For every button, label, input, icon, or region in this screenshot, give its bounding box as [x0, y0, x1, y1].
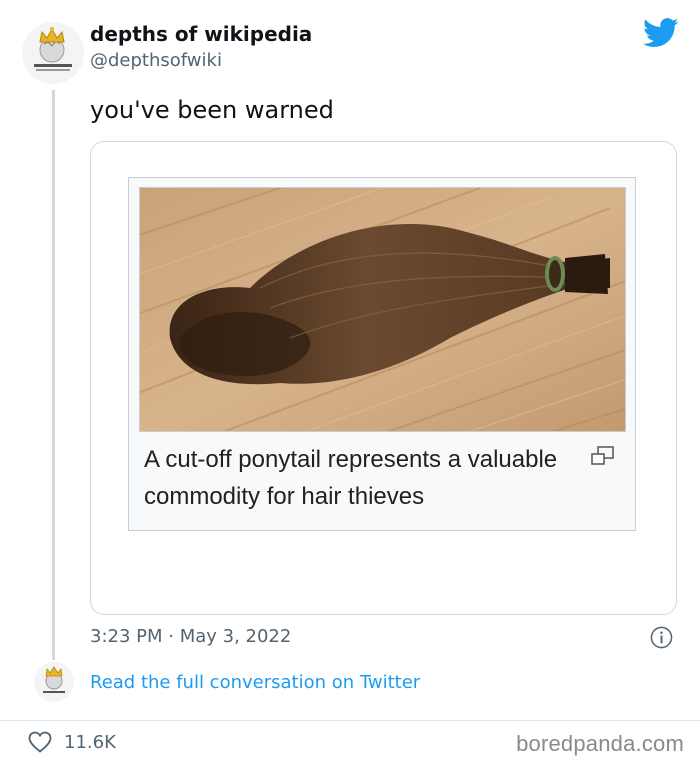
thread-connector-line	[52, 90, 55, 660]
author-handle[interactable]: @depthsofwiki	[90, 50, 222, 71]
enlarge-icon[interactable]	[591, 446, 615, 466]
image-caption: A cut-off ponytail represents a valuable…	[144, 446, 558, 510]
twitter-bird-icon[interactable]	[643, 18, 679, 48]
like-count: 11.6K	[64, 732, 116, 753]
info-icon[interactable]	[650, 626, 673, 649]
media-card[interactable]: A cut-off ponytail represents a valuable…	[90, 141, 677, 615]
read-conversation-link[interactable]: Read the full conversation on Twitter	[90, 672, 420, 693]
author-avatar[interactable]	[22, 22, 84, 84]
tweet-text: you've been warned	[90, 96, 334, 124]
wikipedia-globe-icon	[34, 662, 74, 702]
tweet-timestamp[interactable]: 3:23 PM · May 3, 2022	[90, 626, 291, 647]
wikipedia-thumbnail: A cut-off ponytail represents a valuable…	[128, 177, 636, 531]
boredpanda-watermark: boredpanda.com	[516, 731, 684, 756]
reply-avatar[interactable]	[34, 662, 74, 702]
footer-divider	[0, 720, 700, 721]
ponytail-photo	[139, 187, 626, 432]
wikipedia-globe-icon	[22, 22, 84, 84]
heart-icon[interactable]	[28, 731, 52, 753]
author-display-name[interactable]: depths of wikipedia	[90, 22, 312, 46]
